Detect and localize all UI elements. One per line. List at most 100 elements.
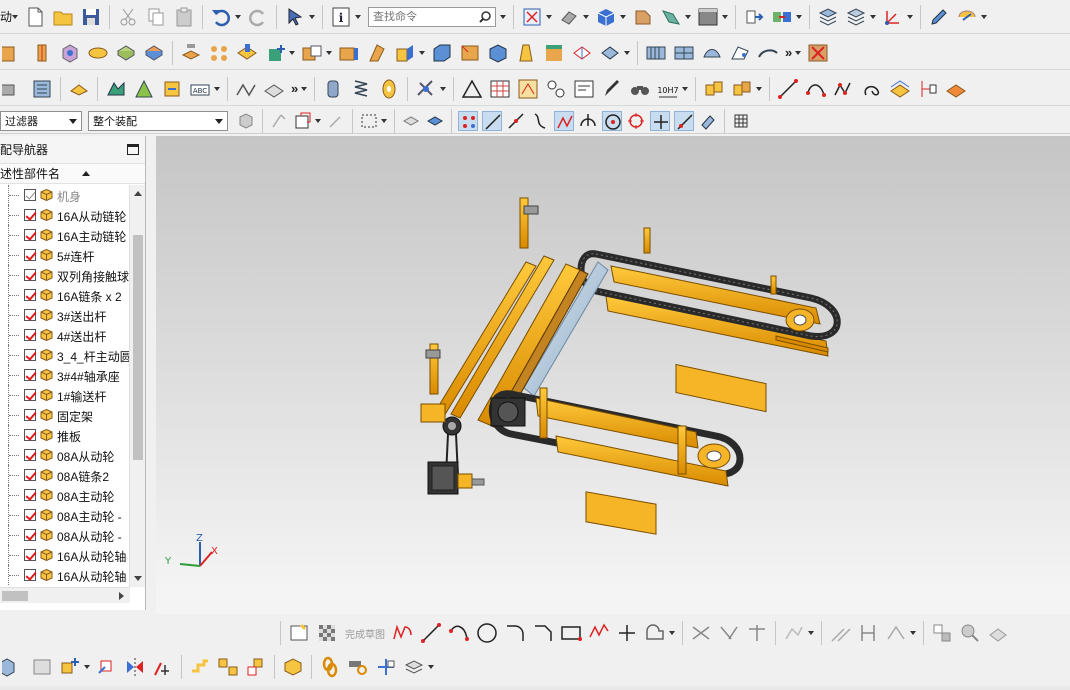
replace-face-icon[interactable] <box>132 77 156 101</box>
assembly-navigator-icon[interactable] <box>2 655 26 679</box>
visibility-checkbox[interactable] <box>24 489 36 501</box>
tree-node[interactable]: 08A主动轮 <box>0 485 130 505</box>
constraint-sketch-dropdown-arrow[interactable] <box>808 630 814 636</box>
weld-dropdown-arrow[interactable] <box>440 86 446 92</box>
visibility-checkbox[interactable] <box>24 549 36 561</box>
finish-sketch-icon[interactable] <box>315 621 339 645</box>
n-sided-surface-icon[interactable] <box>728 41 752 65</box>
bridge-surface-icon[interactable] <box>756 41 780 65</box>
selection-box-dropdown-arrow[interactable] <box>315 118 321 124</box>
text-dropdown-arrow[interactable] <box>214 86 220 92</box>
snap-line-icon[interactable] <box>482 110 502 131</box>
alternate-solution-icon[interactable] <box>986 621 1010 645</box>
trim-body-icon[interactable] <box>598 41 622 65</box>
sort-ascending-icon[interactable] <box>82 171 90 176</box>
rotate-dropdown-arrow[interactable] <box>583 14 589 20</box>
add-component-dropdown-arrow[interactable] <box>84 664 90 670</box>
spring-icon[interactable] <box>349 77 373 101</box>
snap-tangent-icon[interactable] <box>578 111 598 131</box>
section-view-icon[interactable] <box>631 5 655 29</box>
show-constraints-dropdown-arrow[interactable] <box>910 630 916 636</box>
row3-overflow-arrow[interactable] <box>301 86 307 92</box>
shaded-dropdown-arrow[interactable] <box>620 14 626 20</box>
selection-tool-icon[interactable] <box>283 5 307 29</box>
offset-dropdown-arrow[interactable] <box>419 50 425 56</box>
cylinder-icon[interactable] <box>86 41 110 65</box>
geometric-constraint-icon[interactable] <box>828 621 852 645</box>
cone-icon[interactable] <box>114 41 138 65</box>
rect-select-dropdown-arrow[interactable] <box>381 118 387 124</box>
pattern-icon[interactable] <box>542 41 566 65</box>
quick-trim-icon[interactable] <box>689 621 713 645</box>
open-folder-icon[interactable] <box>51 5 75 29</box>
grid-snap-icon[interactable] <box>731 111 751 131</box>
snap-endpoint-icon[interactable] <box>458 110 478 131</box>
view-orient-dropdown-arrow[interactable] <box>685 14 691 20</box>
tree-node[interactable]: 4#送出杆 <box>0 325 130 345</box>
visibility-checkbox[interactable] <box>24 209 36 221</box>
move-component-icon[interactable] <box>742 5 766 29</box>
new-component-icon[interactable] <box>730 77 754 101</box>
deform-part-icon[interactable] <box>104 77 128 101</box>
visibility-checkbox[interactable] <box>24 529 36 541</box>
visibility-checkbox[interactable] <box>24 349 36 361</box>
spline-icon[interactable] <box>860 77 884 101</box>
sweep-icon[interactable] <box>365 41 389 65</box>
tree-node[interactable]: 08A从动轮 <box>0 445 130 465</box>
component-group-icon[interactable] <box>216 655 240 679</box>
block-icon[interactable] <box>58 41 82 65</box>
sheet-list-icon[interactable] <box>30 77 54 101</box>
command-search-input[interactable] <box>373 10 474 23</box>
visibility-checkbox[interactable] <box>24 509 36 521</box>
tree-node[interactable]: 双列角接触球 <box>0 265 130 285</box>
sketch-settings-icon[interactable] <box>930 621 954 645</box>
chain-link-icon[interactable] <box>318 655 342 679</box>
ruled-surface-icon[interactable] <box>644 41 668 65</box>
draft-icon[interactable] <box>514 41 538 65</box>
visibility-checkbox[interactable] <box>24 269 36 281</box>
wcs-icon[interactable] <box>881 5 905 29</box>
expression-icon[interactable] <box>516 77 540 101</box>
assembly-model[interactable]: Z X Y <box>156 136 1070 614</box>
clearance-dropdown-arrow[interactable] <box>428 664 434 670</box>
snap-surface-icon[interactable] <box>698 111 718 131</box>
rectangle-icon[interactable] <box>559 621 583 645</box>
swept-surface-icon[interactable] <box>700 41 724 65</box>
show-hide-dropdown-arrow[interactable] <box>981 14 987 20</box>
chamfer-icon[interactable] <box>458 41 482 65</box>
tree-node[interactable]: 08A主动轮 - <box>0 505 130 525</box>
toolbar-row2-more[interactable]: » <box>785 45 792 60</box>
trim-dropdown-arrow[interactable] <box>624 50 630 56</box>
visibility-checkbox[interactable] <box>24 569 36 581</box>
new-file-icon[interactable] <box>23 5 47 29</box>
move-face-icon[interactable] <box>160 77 184 101</box>
show-hide-icon[interactable] <box>955 5 979 29</box>
relax-dimensions-icon[interactable] <box>958 621 982 645</box>
assembly-constraint-icon[interactable] <box>770 5 794 29</box>
fit-view-icon[interactable] <box>520 5 544 29</box>
face-select-icon[interactable] <box>425 111 445 131</box>
visibility-checkbox[interactable] <box>24 369 36 381</box>
snap-midpoint-icon[interactable] <box>506 111 526 131</box>
extrude-icon[interactable] <box>2 41 26 65</box>
search-dropdown-arrow[interactable] <box>500 14 506 20</box>
visibility-checkbox[interactable] <box>24 429 36 441</box>
show-constraints-icon[interactable] <box>884 621 908 645</box>
toolbar-row3-more[interactable]: » <box>291 81 298 96</box>
remove-params-icon[interactable] <box>806 41 830 65</box>
assembly-filter-icon[interactable] <box>236 111 256 131</box>
abc-text-icon[interactable]: ABC <box>188 77 212 101</box>
tolerance-icon[interactable]: 10H7 <box>656 77 680 101</box>
upper-conveyor[interactable] <box>577 227 841 413</box>
row2-overflow-arrow[interactable] <box>795 50 801 56</box>
maximize-icon[interactable] <box>127 144 139 155</box>
studio-spline-icon[interactable] <box>587 621 611 645</box>
tree-node[interactable]: 5#连杆 <box>0 245 130 265</box>
tree-node[interactable]: 固定架 <box>0 405 130 425</box>
mate-component-icon[interactable] <box>95 655 119 679</box>
offset-sketch-icon[interactable] <box>643 621 667 645</box>
info-dropdown-arrow[interactable] <box>355 14 361 20</box>
tree-node[interactable]: 16A从动轮轴 <box>0 545 130 565</box>
redo-icon[interactable] <box>246 5 270 29</box>
visibility-checkbox[interactable] <box>24 229 36 241</box>
